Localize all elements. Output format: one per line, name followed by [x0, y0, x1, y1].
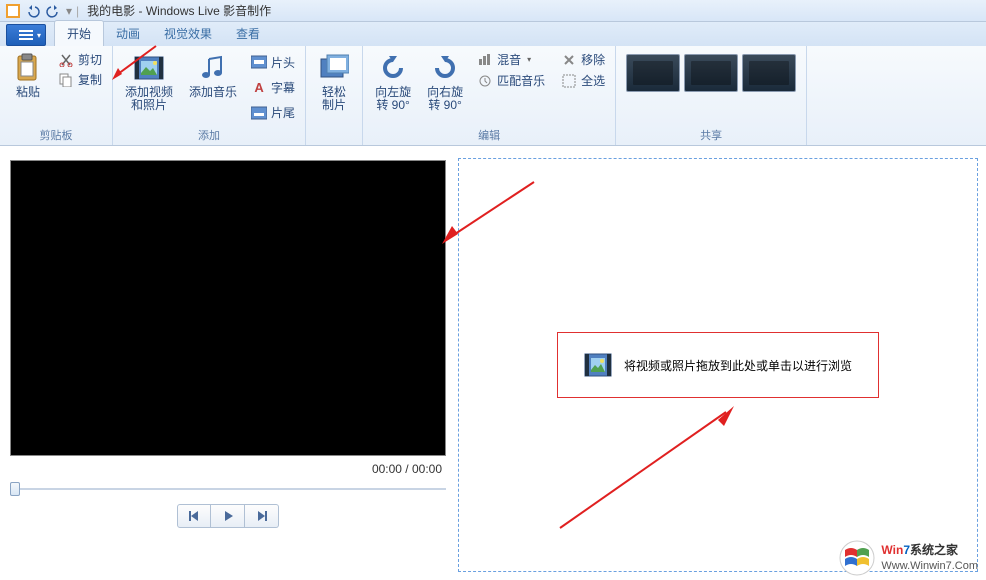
paste-button[interactable]: 粘贴: [6, 50, 50, 125]
file-menu-button[interactable]: [6, 24, 46, 46]
tab-home[interactable]: 开始: [54, 20, 104, 46]
cut-icon: [58, 52, 74, 68]
paste-icon: [12, 52, 44, 84]
seek-thumb[interactable]: [10, 482, 20, 496]
music-icon: [197, 52, 229, 84]
undo-icon[interactable]: [24, 3, 42, 19]
title-bar: ▾ | 我的电影 - Windows Live 影音制作: [0, 0, 986, 22]
title-card-button[interactable]: 片头: [247, 53, 299, 72]
caption-button[interactable]: A字幕: [247, 78, 299, 97]
rotate-right-button[interactable]: 向右旋 转 90°: [421, 50, 469, 125]
play-button[interactable]: [211, 504, 245, 528]
rotate-left-button[interactable]: 向左旋 转 90°: [369, 50, 417, 125]
end-card-button[interactable]: 片尾: [247, 103, 299, 122]
title-icon: [251, 54, 267, 70]
add-music-button[interactable]: 添加音乐: [183, 50, 243, 125]
share-thumb[interactable]: [626, 54, 680, 92]
match-music-button[interactable]: 匹配音乐: [473, 71, 549, 90]
windows-logo-icon: [839, 540, 875, 576]
media-icon: [584, 351, 612, 379]
dropzone-text: 将视频或照片拖放到此处或单击以进行浏览: [624, 357, 852, 374]
ribbon-tabs: 开始 动画 视觉效果 查看: [0, 22, 986, 46]
redo-icon[interactable]: [44, 3, 62, 19]
select-all-icon: [561, 73, 577, 89]
add-video-photo-button[interactable]: 添加视频 和照片: [119, 50, 179, 125]
tab-animation[interactable]: 动画: [104, 21, 152, 46]
mix-button[interactable]: 混音▾: [473, 50, 549, 69]
tab-visual-effects[interactable]: 视觉效果: [152, 21, 224, 46]
group-share: 共享: [616, 46, 807, 145]
cut-button[interactable]: 剪切: [54, 50, 106, 69]
group-add: 添加视频 和照片 添加音乐 片头 A字幕 片尾 添加: [113, 46, 306, 145]
prev-frame-button[interactable]: [177, 504, 211, 528]
qat-app-icon[interactable]: [4, 3, 22, 19]
video-preview[interactable]: [10, 160, 446, 456]
group-edit: 向左旋 转 90° 向右旋 转 90° 混音▾ 匹配音乐 移除 全选 编辑: [363, 46, 616, 145]
group-clipboard: 粘贴 剪切 复制 剪贴板: [0, 46, 113, 145]
ribbon: 粘贴 剪切 复制 剪贴板 添加视频 和照片 添加音乐 片头 A字幕 片尾: [0, 46, 986, 146]
content-area: 00:00 / 00:00 将视频或照片拖放到此处或单击以进行浏览: [0, 146, 986, 580]
watermark: Win7系统之家 Www.Winwin7.Com: [839, 540, 978, 576]
tab-view[interactable]: 查看: [224, 21, 272, 46]
automovie-button[interactable]: 轻松 制片: [312, 50, 356, 141]
preview-pane: 00:00 / 00:00: [0, 146, 456, 580]
seek-slider[interactable]: [10, 486, 446, 492]
dropzone-prompt[interactable]: 将视频或照片拖放到此处或单击以进行浏览: [557, 332, 879, 398]
automovie-icon: [318, 52, 350, 84]
rotate-right-icon: [429, 52, 461, 84]
select-all-button[interactable]: 全选: [557, 71, 609, 90]
watermark-brand: Win7系统之家: [881, 542, 978, 558]
caption-icon: A: [251, 79, 267, 95]
group-automovie: 轻松 制片: [306, 46, 363, 145]
mix-icon: [477, 52, 493, 68]
quick-access-toolbar: ▾ |: [4, 3, 79, 19]
copy-button[interactable]: 复制: [54, 70, 106, 89]
copy-icon: [58, 72, 74, 88]
remove-button[interactable]: 移除: [557, 50, 609, 69]
window-title: 我的电影 - Windows Live 影音制作: [87, 2, 271, 19]
share-thumb[interactable]: [684, 54, 738, 92]
watermark-url: Www.Winwin7.Com: [881, 558, 978, 574]
share-gallery[interactable]: [622, 50, 800, 125]
end-icon: [251, 105, 267, 121]
playback-controls: [10, 504, 446, 528]
rotate-left-icon: [377, 52, 409, 84]
next-frame-button[interactable]: [245, 504, 279, 528]
timecode: 00:00 / 00:00: [10, 456, 446, 482]
match-music-icon: [477, 73, 493, 89]
filmstrip-icon: [133, 52, 165, 84]
timeline-dropzone[interactable]: 将视频或照片拖放到此处或单击以进行浏览: [458, 158, 978, 572]
remove-icon: [561, 52, 577, 68]
share-thumb[interactable]: [742, 54, 796, 92]
